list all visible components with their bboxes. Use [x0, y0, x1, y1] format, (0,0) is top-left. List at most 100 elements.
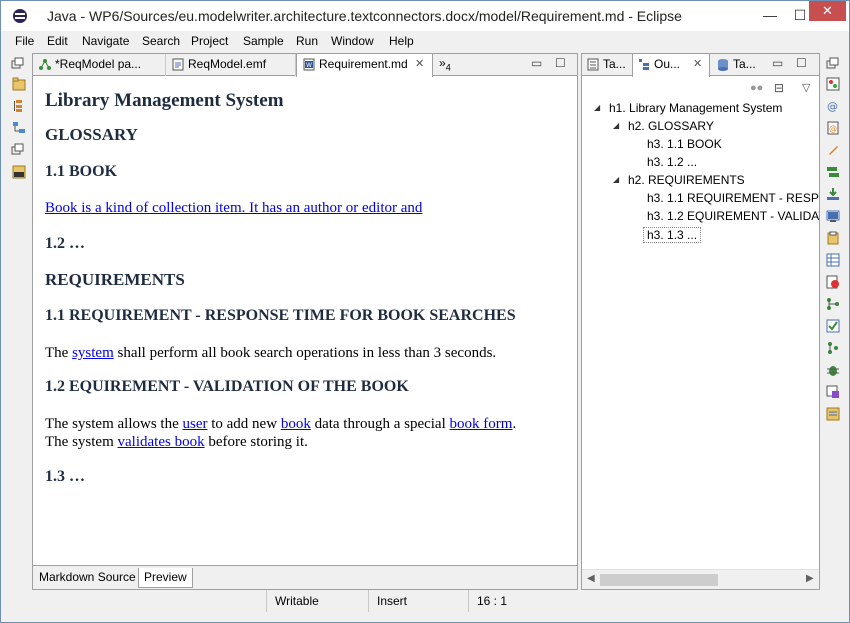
menu-search[interactable]: Search — [142, 34, 180, 48]
book-data-link[interactable]: book — [281, 416, 311, 432]
tasks-icon[interactable] — [826, 319, 840, 333]
tab-requirement-md[interactable]: W Requirement.md ✕ — [296, 54, 433, 77]
req1-paragraph: The system shall perform all book search… — [45, 344, 496, 362]
menu-file[interactable]: File — [15, 34, 34, 48]
user-link[interactable]: user — [182, 416, 207, 432]
menu-navigate[interactable]: Navigate — [82, 34, 129, 48]
text: shall perform all book search operations… — [113, 345, 497, 361]
minimize-button[interactable]: — — [755, 1, 785, 29]
book-definition-link[interactable]: Book is a kind of collection item. It ha… — [45, 199, 422, 217]
validates-book-link[interactable]: validates book — [118, 434, 205, 450]
error-log-icon[interactable] — [826, 275, 840, 289]
tab-reqmodel-pa[interactable]: *ReqModel pa... — [33, 54, 166, 76]
view-menu-icon[interactable]: ▽ — [802, 81, 810, 94]
download-icon[interactable] — [826, 187, 840, 201]
heading-req-more: 1.3 … — [45, 468, 85, 485]
close-icon[interactable]: ✕ — [415, 54, 424, 75]
hierarchy-icon[interactable] — [12, 99, 26, 113]
git-icon[interactable] — [12, 165, 26, 179]
preview-title: Library Management System — [45, 90, 284, 111]
tree-node-requirements[interactable]: h2. REQUIREMENTS — [628, 173, 745, 187]
servers-icon[interactable] — [826, 165, 840, 179]
tab-outline[interactable]: Ou... ✕ — [632, 54, 710, 77]
tree-node-glossary[interactable]: h2. GLOSSARY — [628, 119, 714, 133]
right-toolbar: @ @ — [822, 53, 849, 593]
req2-paragraph-line1: The system allows the user to add new bo… — [45, 415, 516, 433]
palette-icon[interactable] — [826, 77, 840, 91]
git-repositories-icon[interactable] — [826, 297, 840, 311]
svg-text:@: @ — [827, 100, 838, 113]
close-button[interactable]: ✕ — [809, 1, 846, 21]
tree-node-req2[interactable]: h3. 1.2 EQUIREMENT - VALIDATION OF THE B… — [647, 209, 819, 223]
left-toolbar — [1, 53, 31, 593]
tree-node-h1[interactable]: h1. Library Management System — [609, 101, 782, 115]
expand-arrow-icon[interactable]: ◢ — [594, 103, 600, 112]
tree-node-book[interactable]: h3. 1.1 BOOK — [647, 137, 722, 151]
title-bar: Java - WP6/Sources/eu.modelwriter.archit… — [1, 1, 849, 31]
menu-edit[interactable]: Edit — [47, 34, 68, 48]
menu-help[interactable]: Help — [389, 34, 414, 48]
declaration-icon[interactable]: @ — [826, 121, 840, 135]
table-icon[interactable] — [826, 253, 840, 267]
pin-icon[interactable] — [826, 143, 840, 157]
tab-task-list[interactable]: Ta... — [582, 54, 632, 76]
outline-tree: ◢ h1. Library Management System ◢ h2. GL… — [582, 98, 819, 568]
editor-panel: *ReqModel pa... ReqModel.emf W Requireme… — [32, 53, 578, 590]
tab-label: ReqModel.emf — [188, 57, 267, 71]
scroll-right-icon[interactable]: ▶ — [806, 573, 814, 584]
minimize-view-icon[interactable]: ▭ — [772, 56, 783, 70]
restore-icon[interactable] — [826, 57, 840, 71]
tree-node-glossary-more[interactable]: h3. 1.2 ... — [647, 155, 697, 169]
tab-overflow-icon[interactable]: »4 — [439, 56, 451, 72]
restore-icon-2[interactable] — [11, 143, 25, 157]
eclipse-window: Java - WP6/Sources/eu.modelwriter.archit… — [0, 0, 850, 623]
sort-icon[interactable]: ●● — [750, 82, 763, 94]
svg-text:W: W — [306, 62, 312, 69]
tab-preview[interactable]: Preview — [138, 568, 193, 588]
task-repo-icon — [718, 59, 728, 71]
heading-glossary-more: 1.2 … — [45, 235, 85, 252]
type-tree-icon[interactable] — [12, 121, 26, 135]
collapse-all-icon[interactable]: ⊟ — [774, 81, 784, 95]
heading-book: 1.1 BOOK — [45, 163, 118, 180]
package-explorer-icon[interactable] — [12, 77, 26, 91]
git-staging-icon[interactable] — [826, 341, 840, 355]
menu-sample[interactable]: Sample — [243, 34, 284, 48]
system-link[interactable]: system — [72, 345, 114, 361]
menu-window[interactable]: Window — [331, 34, 374, 48]
clipboard-icon[interactable] — [826, 231, 840, 245]
console-icon[interactable] — [826, 209, 840, 223]
close-icon[interactable]: ✕ — [693, 54, 702, 75]
tree-node-req1[interactable]: h3. 1.1 REQUIREMENT - RESPONSE TIME FOR … — [647, 191, 819, 205]
horizontal-scrollbar[interactable]: ◀ ▶ — [582, 569, 819, 589]
svg-text:@: @ — [829, 124, 837, 133]
debug-icon[interactable] — [826, 363, 840, 377]
plugin-icon[interactable] — [826, 385, 840, 399]
javadoc-icon[interactable]: @ — [826, 99, 840, 113]
tree-node-req-more[interactable]: h3. 1.3 ... — [643, 227, 702, 243]
scroll-left-icon[interactable]: ◀ — [587, 573, 595, 584]
book-form-link[interactable]: book form — [450, 416, 513, 432]
tab-task-repositories[interactable]: Ta... — [712, 54, 764, 76]
menu-project[interactable]: Project — [191, 34, 228, 48]
status-bar: Writable Insert 16 : 1 — [1, 590, 849, 622]
heading-requirements: REQUIREMENTS — [45, 270, 185, 289]
expand-arrow-icon[interactable]: ◢ — [613, 121, 619, 130]
minimize-view-icon[interactable]: ▭ — [531, 56, 542, 70]
model-icon — [39, 59, 51, 70]
properties-icon[interactable] — [826, 407, 840, 421]
tab-label: Ta... — [603, 57, 626, 71]
tab-label: *ReqModel pa... — [55, 57, 142, 71]
scrollbar-thumb[interactable] — [600, 574, 718, 586]
maximize-view-icon[interactable]: ☐ — [555, 56, 566, 70]
heading-req2: 1.2 EQUIREMENT - VALIDATION OF THE BOOK — [45, 378, 409, 395]
expand-arrow-icon[interactable]: ◢ — [613, 175, 619, 184]
book-link[interactable]: Book is a kind of collection item. It ha… — [45, 200, 422, 216]
restore-icon[interactable] — [11, 57, 25, 71]
menu-run[interactable]: Run — [296, 34, 318, 48]
maximize-view-icon[interactable]: ☐ — [796, 56, 807, 70]
eclipse-icon[interactable] — [13, 9, 27, 23]
tab-markdown-source[interactable]: Markdown Source — [34, 568, 141, 588]
tab-reqmodel-emf[interactable]: ReqModel.emf — [166, 54, 296, 76]
req2-paragraph-line2: The system validates book before storing… — [45, 433, 308, 451]
